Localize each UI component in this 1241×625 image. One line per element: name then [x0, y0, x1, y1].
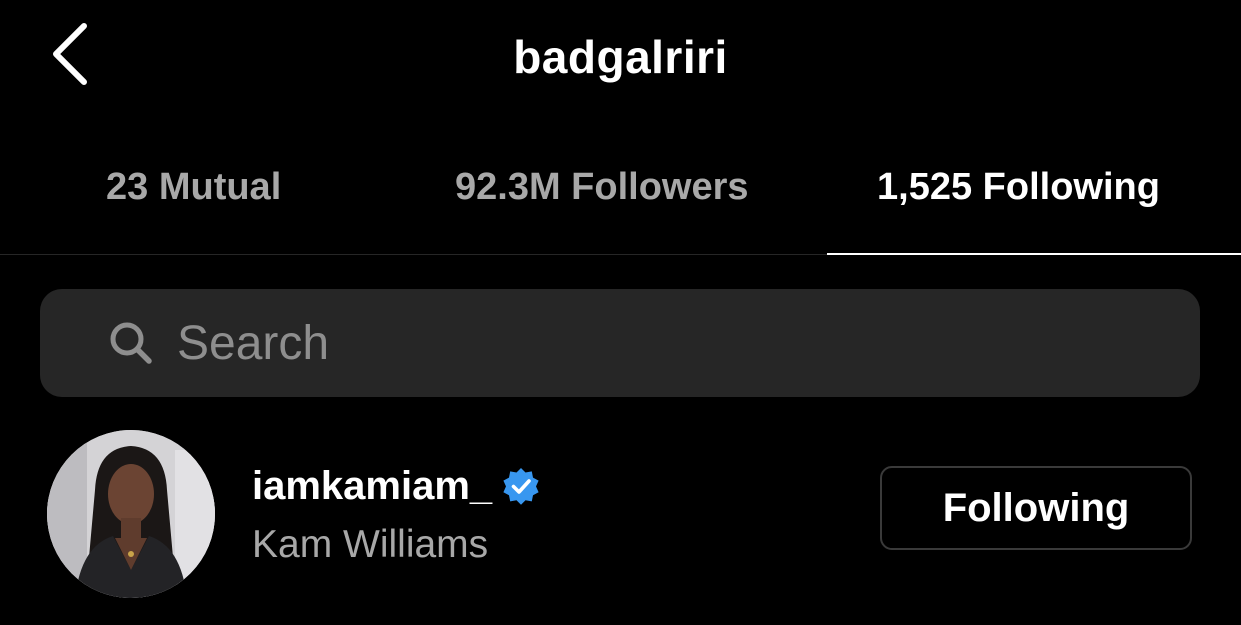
avatar-photo: [47, 430, 215, 598]
tab-following[interactable]: 1,525 Following: [877, 166, 1160, 209]
avatar[interactable]: [47, 430, 215, 598]
search-icon: [110, 322, 152, 364]
tab-followers[interactable]: 92.3M Followers: [455, 166, 749, 209]
top-bar: badgalriri: [0, 0, 1241, 120]
following-button[interactable]: Following: [880, 466, 1192, 550]
page-title: badgalriri: [513, 31, 728, 83]
search-input[interactable]: [177, 307, 1177, 379]
search-bar[interactable]: [40, 289, 1200, 397]
username: iamkamiam_: [252, 464, 493, 508]
active-tab-indicator: [827, 253, 1241, 255]
username-line[interactable]: iamkamiam_: [252, 464, 542, 509]
tab-bar: 23 Mutual 92.3M Followers 1,525 Followin…: [0, 150, 1241, 256]
full-name: Kam Williams: [252, 523, 489, 566]
verified-badge-icon: [503, 467, 539, 505]
list-item[interactable]: iamkamiam_ Kam Williams Following: [0, 420, 1241, 610]
tab-mutual[interactable]: 23 Mutual: [106, 166, 281, 209]
